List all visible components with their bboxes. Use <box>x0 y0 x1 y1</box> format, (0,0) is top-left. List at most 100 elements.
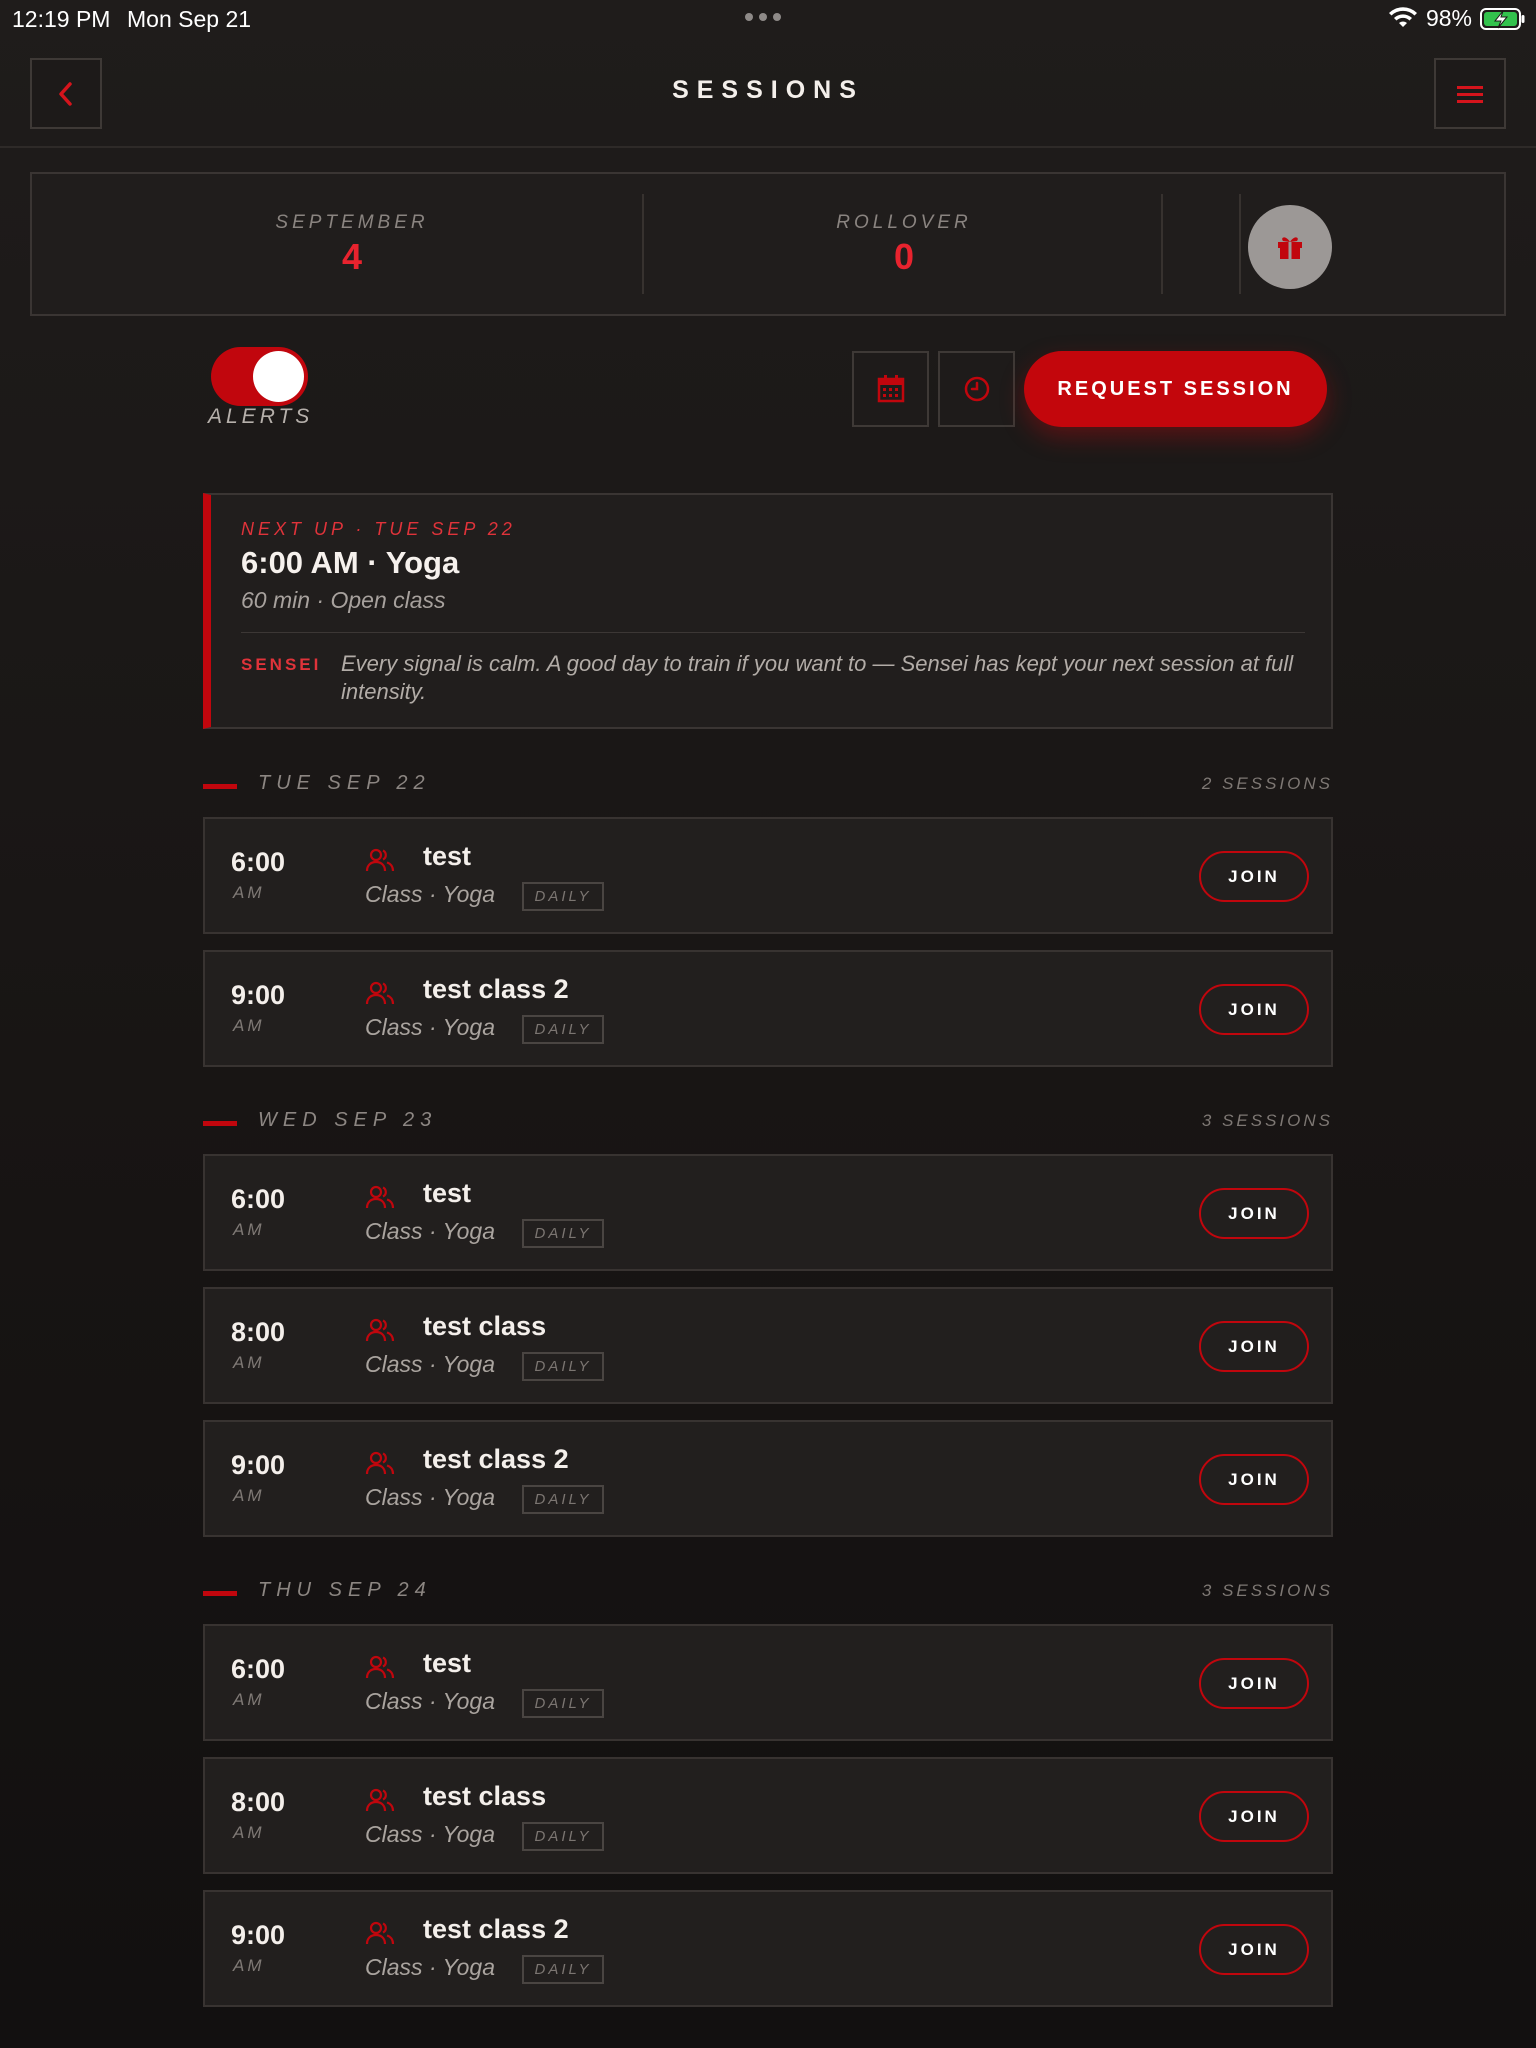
session-meta: Class · Yoga <box>365 1821 495 1847</box>
session-title: test class 2 <box>423 1914 569 1944</box>
sensei-message: Every signal is calm. A good day to trai… <box>341 651 1294 704</box>
session-ampm: AM <box>233 1690 265 1709</box>
next-up-title: 6:00 AM · Yoga <box>241 545 460 580</box>
month-credits-stat: SEPTEMBER 4 <box>32 174 672 314</box>
session-time: 9:00 <box>231 980 286 1010</box>
join-button[interactable]: JOIN <box>1199 1791 1309 1842</box>
rollover-value: 0 <box>893 236 915 277</box>
status-date: Mon Sep 21 <box>127 6 252 32</box>
session-meta: Class · Yoga <box>365 1014 495 1040</box>
divider <box>1161 194 1163 294</box>
session-title: test <box>423 841 472 871</box>
session-meta: Class · Yoga <box>365 1688 495 1714</box>
session-meta: Class · Yoga <box>365 1218 495 1244</box>
wifi-icon <box>1388 6 1417 27</box>
next-up-subtitle: 60 min · Open class <box>241 587 446 613</box>
status-time: 12:19 PM <box>12 6 111 32</box>
group-class-icon <box>365 1921 395 1945</box>
session-meta: Class · Yoga <box>365 1954 495 1980</box>
recurrence-badge: DAILY <box>522 1352 604 1381</box>
day-accent-bar <box>203 784 237 789</box>
day-name: THU SEP 24 <box>258 1579 432 1601</box>
next-up-card[interactable]: NEXT UP · TUE SEP 22 6:00 AM · Yoga 60 m… <box>203 493 1333 729</box>
session-meta: Class · Yoga <box>365 881 495 907</box>
group-class-icon <box>365 848 395 872</box>
day-header: TUE SEP 22 2 SESSIONS <box>203 772 1333 800</box>
next-up-eyebrow: NEXT UP · TUE SEP 22 <box>241 519 516 539</box>
session-card[interactable]: 6:00 AM test Class · Yoga DAILY JOIN <box>203 817 1333 934</box>
session-title: test class 2 <box>423 974 569 1004</box>
calendar-icon <box>877 375 904 403</box>
multitasking-dots-icon[interactable] <box>745 13 781 21</box>
recurrence-badge: DAILY <box>522 1822 604 1851</box>
app-header: SESSIONS <box>0 38 1536 148</box>
month-value: 4 <box>341 236 363 277</box>
session-time: 6:00 <box>231 847 286 877</box>
join-button[interactable]: JOIN <box>1199 851 1309 902</box>
session-ampm: AM <box>233 1220 265 1239</box>
battery-percent: 98% <box>1425 5 1472 31</box>
status-bar: 12:19 PM Mon Sep 21 98% <box>0 0 1536 38</box>
session-time: 6:00 <box>231 1654 286 1684</box>
alerts-toggle[interactable] <box>211 347 308 406</box>
session-card[interactable]: 9:00 AM test class 2 Class · Yoga DAILY … <box>203 1890 1333 2007</box>
day-session-count: 3 SESSIONS <box>1201 1111 1333 1130</box>
session-card[interactable]: 6:00 AM test Class · Yoga DAILY JOIN <box>203 1624 1333 1741</box>
recurrence-badge: DAILY <box>522 1219 604 1248</box>
join-button[interactable]: JOIN <box>1199 1321 1309 1372</box>
session-ampm: AM <box>233 1486 265 1505</box>
gift-button[interactable] <box>1248 205 1332 289</box>
day-header: THU SEP 24 3 SESSIONS <box>203 1579 1333 1607</box>
session-card[interactable]: 6:00 AM test Class · Yoga DAILY JOIN <box>203 1154 1333 1271</box>
alerts-label: ALERTS <box>208 405 314 428</box>
calendar-button[interactable] <box>852 351 929 427</box>
session-ampm: AM <box>233 1353 265 1372</box>
session-card[interactable]: 8:00 AM test class Class · Yoga DAILY JO… <box>203 1757 1333 1874</box>
day-name: TUE SEP 22 <box>258 772 431 794</box>
session-card[interactable]: 9:00 AM test class 2 Class · Yoga DAILY … <box>203 950 1333 1067</box>
group-class-icon <box>365 1318 395 1342</box>
session-ampm: AM <box>233 883 265 902</box>
sensei-label: SENSEI <box>241 655 322 674</box>
session-card[interactable]: 9:00 AM test class 2 Class · Yoga DAILY … <box>203 1420 1333 1537</box>
day-name: WED SEP 23 <box>258 1109 438 1131</box>
session-title: test class <box>423 1311 547 1341</box>
day-accent-bar <box>203 1591 237 1596</box>
divider <box>1239 194 1241 294</box>
gift-icon <box>1278 237 1302 259</box>
recurrence-badge: DAILY <box>522 1485 604 1514</box>
toggle-knob <box>253 351 304 402</box>
request-session-button[interactable]: REQUEST SESSION <box>1024 351 1327 427</box>
group-class-icon <box>365 981 395 1005</box>
clock-icon <box>964 376 989 402</box>
session-card[interactable]: 8:00 AM test class Class · Yoga DAILY JO… <box>203 1287 1333 1404</box>
session-ampm: AM <box>233 1823 265 1842</box>
session-time: 8:00 <box>231 1317 286 1347</box>
session-time: 8:00 <box>231 1787 286 1817</box>
join-button[interactable]: JOIN <box>1199 1188 1309 1239</box>
session-time: 9:00 <box>231 1920 286 1950</box>
rollover-credits-stat: ROLLOVER 0 <box>644 174 1164 314</box>
join-button[interactable]: JOIN <box>1199 1454 1309 1505</box>
day-header: WED SEP 23 3 SESSIONS <box>203 1109 1333 1137</box>
day-session-count: 2 SESSIONS <box>1201 774 1333 793</box>
session-ampm: AM <box>233 1016 265 1035</box>
group-class-icon <box>365 1788 395 1812</box>
clock-button[interactable] <box>938 351 1015 427</box>
page-title: SESSIONS <box>672 76 864 104</box>
rollover-label: ROLLOVER <box>836 212 972 233</box>
recurrence-badge: DAILY <box>522 1015 604 1044</box>
join-button[interactable]: JOIN <box>1199 1658 1309 1709</box>
session-title: test <box>423 1648 472 1678</box>
session-time: 6:00 <box>231 1184 286 1214</box>
join-button[interactable]: JOIN <box>1199 1924 1309 1975</box>
session-meta: Class · Yoga <box>365 1484 495 1510</box>
month-label: SEPTEMBER <box>275 212 429 233</box>
session-title: test class <box>423 1781 547 1811</box>
group-class-icon <box>365 1451 395 1475</box>
hamburger-menu-icon <box>1457 85 1483 103</box>
menu-button[interactable] <box>1434 58 1506 129</box>
join-button[interactable]: JOIN <box>1199 984 1309 1035</box>
session-title: test class 2 <box>423 1444 569 1474</box>
session-time: 9:00 <box>231 1450 286 1480</box>
